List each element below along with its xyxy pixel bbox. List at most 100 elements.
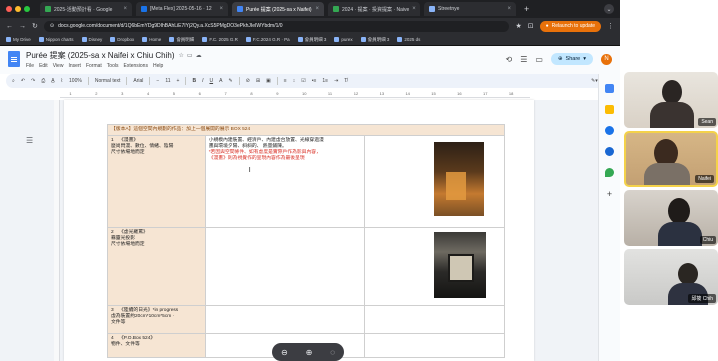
link-icon[interactable]: ⊘ (246, 78, 250, 84)
document-page[interactable]: 【版本A】這個空間內規劃的作品：加上一個展開的展示 BOX 524 1 《漫畫》 … (64, 100, 534, 361)
bookmark-item[interactable]: Disney (81, 37, 102, 42)
zoom-out-icon[interactable]: ⊖ (281, 348, 288, 357)
url-field[interactable]: ⊙ docs.google.com/document/d/1Q6bEmYDg9D… (43, 20, 510, 32)
star-icon[interactable]: ★ (515, 22, 521, 30)
bookmark-item[interactable]: 會員明細 (169, 37, 194, 43)
table-cell[interactable] (364, 227, 505, 306)
italic-icon[interactable]: I (202, 78, 203, 84)
menu-view[interactable]: View (53, 63, 64, 69)
table-cell[interactable]: 2 《虛光羅罵》 霧靈光投影 尺寸依場地而定 (107, 227, 206, 306)
zoom-window-button[interactable] (24, 6, 30, 12)
bullet-list-icon[interactable]: •≡ (312, 78, 317, 84)
table-cell[interactable] (364, 305, 505, 334)
align-icon[interactable]: ≡ (284, 78, 287, 84)
participant-tile[interactable]: 邱筱 Chih (624, 249, 718, 305)
font-size-increase-icon[interactable]: + (177, 78, 180, 84)
zoom-reset-icon[interactable]: ⊕ (306, 348, 313, 357)
tab-1[interactable]: 2025-活動預計看 · Google × (40, 2, 132, 16)
close-tab-icon[interactable]: × (412, 6, 416, 12)
bookmark-item[interactable]: purex (334, 37, 353, 42)
close-tab-icon[interactable]: × (315, 6, 319, 12)
menu-help[interactable]: Help (153, 63, 163, 69)
font-size-input[interactable]: 11 (165, 78, 170, 84)
tab-4[interactable]: 2024 · 提案 · 投資提案 · Naive × (328, 2, 420, 16)
style-select[interactable]: Normal text (95, 78, 121, 84)
participant-tile[interactable]: Chiu (624, 190, 718, 246)
paint-format-icon[interactable]: ⌇ (61, 78, 63, 84)
close-tab-icon[interactable]: × (219, 6, 223, 12)
table-cell[interactable] (204, 227, 366, 306)
close-tab-icon[interactable]: × (507, 6, 511, 12)
forward-icon[interactable]: → (19, 23, 26, 30)
comments-icon[interactable]: ☰ (520, 55, 527, 64)
menu-file[interactable]: File (26, 63, 34, 69)
table-cell[interactable] (364, 135, 505, 228)
calendar-icon[interactable] (605, 84, 614, 93)
table-cell[interactable] (364, 333, 505, 358)
document-title[interactable]: Purée 提案 (2025-sa x Naifei x Chiu Chih) (26, 50, 175, 61)
back-icon[interactable]: ← (6, 23, 13, 30)
bookmark-item[interactable]: Dropbox (110, 37, 134, 42)
bookmark-item[interactable]: Home (142, 37, 161, 42)
menu-tools[interactable]: Tools (107, 63, 119, 69)
table-cell[interactable] (204, 305, 366, 334)
editing-mode-icon[interactable]: ✎▾ (591, 78, 598, 84)
bookmark-item[interactable]: F.C. 2025 G.R (202, 37, 238, 42)
artwork-photo[interactable] (434, 142, 485, 216)
zoom-in-icon[interactable]: ◌ (330, 348, 335, 357)
numbered-list-icon[interactable]: 1≡ (322, 78, 328, 84)
menu-insert[interactable]: Insert (68, 63, 81, 69)
table-header-cell[interactable]: 【版本A】這個空間內規劃的作品：加上一個展開的展示 BOX 524 (107, 124, 505, 136)
table-cell[interactable]: 1 《漫畫》 麼尚閃漫、數位、情緒、陰陽 尺寸依場地而定 (107, 135, 206, 228)
bookmark-item[interactable]: My Drive (6, 37, 31, 42)
artwork-photo[interactable] (434, 232, 487, 298)
star-icon[interactable]: ☆ (179, 52, 184, 59)
clear-format-icon[interactable]: T̸ (344, 78, 347, 84)
share-button[interactable]: ⊕ Share ▾ (550, 53, 593, 65)
cloud-status-icon[interactable]: ☁ (196, 52, 202, 59)
minimize-window-button[interactable] (15, 6, 21, 12)
search-menus-icon[interactable]: ⌕ (12, 78, 15, 84)
tab-search-icon[interactable]: ⌄ (604, 4, 614, 14)
tasks-icon[interactable] (605, 126, 614, 135)
comment-icon[interactable]: ⊞ (256, 78, 260, 84)
reload-icon[interactable]: ↻ (32, 22, 38, 30)
print-icon[interactable]: ⎙ (41, 78, 45, 84)
zoom-select[interactable]: 100% (69, 78, 82, 84)
close-tab-icon[interactable]: × (123, 6, 127, 12)
menu-format[interactable]: Format (86, 63, 102, 69)
tab-2[interactable]: [Meta Flex] 2025-05-16 · 12 × (136, 2, 228, 16)
undo-icon[interactable]: ↶ (21, 78, 25, 84)
bookmark-item[interactable]: 會員明細 3 (297, 37, 326, 43)
table-cell[interactable]: 小規模內建裝置、經濟戶、內建虛台放置、光線穿過漫 畫與環境夕陽、斜斜的、 熱量鋪… (204, 135, 366, 228)
bookmark-item[interactable]: Nippon charts (38, 37, 74, 42)
text-color-icon[interactable]: A (219, 78, 222, 84)
add-on-plus-icon[interactable]: + (607, 189, 612, 199)
new-tab-button[interactable]: + (524, 4, 529, 14)
participant-tile-speaking[interactable]: Naifei (624, 131, 718, 187)
contacts-icon[interactable] (605, 147, 614, 156)
relaunch-update-button[interactable]: ● Relaunch to update (539, 20, 601, 32)
menu-edit[interactable]: Edit (39, 63, 48, 69)
keep-icon[interactable] (605, 105, 614, 114)
document-outline-icon[interactable]: ☰ (26, 136, 33, 145)
avatar[interactable]: N (601, 53, 612, 65)
bookmark-item[interactable]: 會員明細 3 (360, 37, 389, 43)
menu-dots-icon[interactable]: ⋮ (607, 22, 614, 30)
table-cell[interactable]: 4 《P.O.Box 524》 物件、文件等 (107, 333, 206, 358)
table-cell[interactable]: 3 《陸續的日光》*in progress 虛為裝置約20cm*10cm*5cm … (107, 305, 206, 334)
highlight-icon[interactable]: ✎ (228, 78, 232, 84)
menu-extensions[interactable]: Extensions (123, 63, 147, 69)
bookmark-item[interactable]: F.C.2024 G.R · Pa (245, 37, 290, 42)
extensions-icon[interactable]: ⊡ (528, 22, 534, 30)
history-icon[interactable]: ⟲ (506, 55, 513, 64)
move-folder-icon[interactable]: ▭ (187, 52, 193, 59)
participant-tile[interactable]: Sean (624, 72, 718, 128)
docs-logo-icon[interactable] (8, 51, 20, 67)
underline-icon[interactable]: U (209, 78, 213, 84)
bookmark-item[interactable]: 2025 ds (397, 37, 420, 42)
font-size-decrease-icon[interactable]: − (156, 78, 159, 84)
tab-5[interactable]: Streetnye × (424, 2, 516, 16)
close-window-button[interactable] (6, 6, 12, 12)
font-select[interactable]: Arial (133, 78, 143, 84)
